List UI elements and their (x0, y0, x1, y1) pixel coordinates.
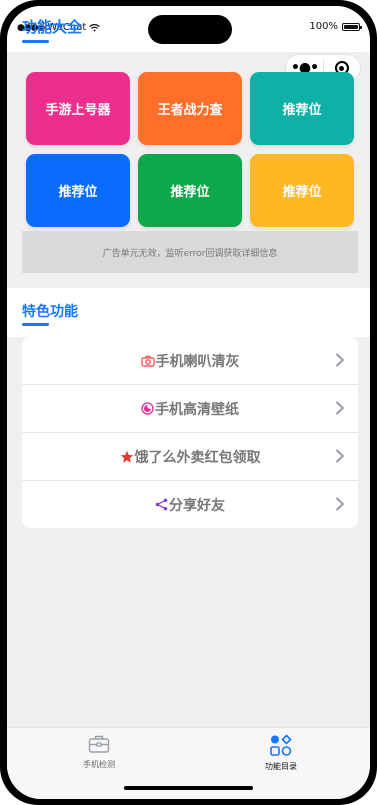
star-icon (120, 450, 134, 464)
feature-label: 手机喇叭清灰 (155, 353, 240, 370)
tile-3[interactable]: 推荐位 (26, 154, 130, 227)
tile-1[interactable]: 王者战力查 (138, 72, 242, 145)
shapes-icon (270, 734, 292, 756)
tab-label: 功能目录 (265, 762, 297, 771)
camera-icon (140, 355, 155, 367)
feature-row-share[interactable]: 分享好友 (22, 481, 358, 528)
battery-percent: 100% (309, 21, 338, 32)
tile-label: 手游上号器 (45, 103, 111, 118)
camera-notch (148, 15, 232, 44)
tile-label: 王者战力查 (157, 103, 223, 118)
feature-row-speaker-clean[interactable]: 手机喇叭清灰 (22, 337, 358, 385)
tile-label: 推荐位 (282, 185, 322, 200)
page-title: 功能大全 (22, 18, 83, 36)
moon-icon (141, 402, 154, 415)
phone-frame: ●●●● WeChat 100% 功能大全 •●• 手游上号器 王者战力查 推荐… (0, 0, 377, 805)
tab-function-catalog[interactable]: 功能目录 (231, 734, 331, 772)
section-header: 特色功能 (7, 288, 370, 337)
section-title: 特色功能 (22, 304, 78, 320)
chevron-right-icon (336, 401, 344, 415)
wifi-icon (89, 23, 100, 32)
feature-label: 手机高清壁纸 (155, 401, 239, 418)
chevron-right-icon (336, 497, 344, 511)
ad-notice-text: 广告单元无效，监听error回调获取详细信息 (102, 248, 278, 259)
tile-0[interactable]: 手游上号器 (26, 72, 130, 145)
battery-icon (342, 22, 362, 31)
home-indicator (124, 786, 253, 790)
tile-label: 推荐位 (282, 103, 322, 118)
screen: ●●●● WeChat 100% 功能大全 •●• 手游上号器 王者战力查 推荐… (7, 6, 370, 799)
title-underline (22, 40, 49, 43)
feature-row-wallpaper[interactable]: 手机高清壁纸 (22, 385, 358, 433)
feature-label: 分享好友 (169, 497, 225, 514)
status-right: 100% (309, 21, 362, 32)
feature-row-eleme-coupon[interactable]: 饿了么外卖红包领取 (22, 433, 358, 481)
tab-label: 手机检测 (83, 760, 115, 769)
tile-2[interactable]: 推荐位 (250, 72, 354, 145)
tile-label: 推荐位 (58, 185, 98, 200)
chevron-right-icon (336, 449, 344, 463)
feature-label: 饿了么外卖红包领取 (134, 449, 261, 466)
share-icon (155, 498, 168, 511)
tile-4[interactable]: 推荐位 (138, 154, 242, 227)
tab-phone-check[interactable]: 手机检测 (49, 734, 149, 770)
toolbox-icon (88, 735, 110, 753)
ad-error-banner: 广告单元无效，监听error回调获取详细信息 (22, 231, 358, 273)
tile-label: 推荐位 (170, 185, 210, 200)
tile-5[interactable]: 推荐位 (250, 154, 354, 227)
tile-grid: 手游上号器 王者战力查 推荐位 推荐位 推荐位 推荐位 (26, 72, 354, 227)
feature-list: 手机喇叭清灰 手机高清壁纸 饿了么外卖红包领取 分享好友 (22, 337, 358, 528)
section-underline (22, 323, 49, 326)
status-bar: ●●●● WeChat 100% 功能大全 (7, 6, 370, 52)
chevron-right-icon (336, 353, 344, 367)
